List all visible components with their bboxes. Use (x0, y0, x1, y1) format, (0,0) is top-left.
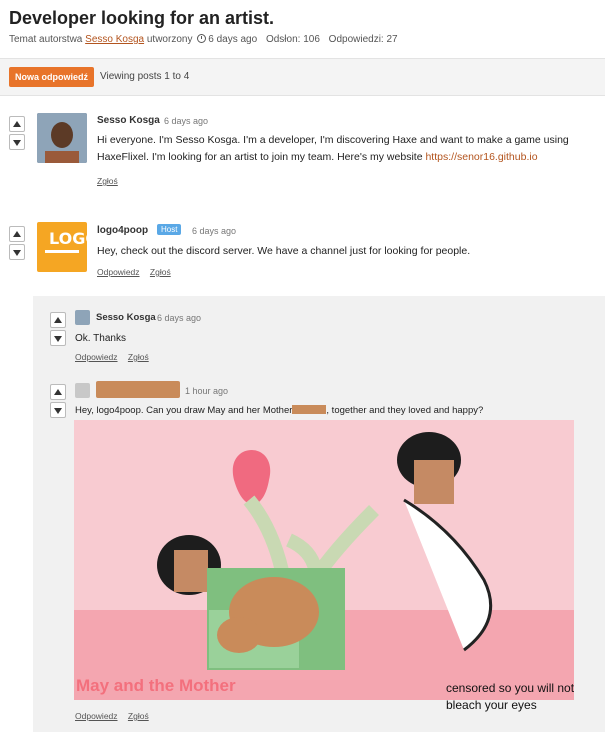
post-actions: Zgłoś (97, 176, 126, 186)
vote-controls (50, 312, 66, 348)
vote-controls (9, 116, 25, 152)
new-reply-button[interactable]: Nowa odpowiedź (9, 67, 94, 87)
website-link[interactable]: https://senor16.github.io (425, 151, 537, 163)
logo-avatar[interactable]: LOGO (37, 222, 87, 272)
views-count: Odsłon: 106 (265, 34, 320, 45)
image-title: May and the Mother (76, 676, 236, 695)
reply-image (74, 420, 574, 700)
upvote-icon[interactable] (50, 312, 66, 328)
meta-created: utworzony (146, 34, 193, 45)
report-link[interactable]: Zgłoś (128, 352, 149, 362)
post-text: Hey, check out the discord server. We ha… (97, 245, 471, 257)
replies-count: Odpowiedzi: 27 (328, 34, 398, 45)
topic-toolbar: Nowa odpowiedź Viewing posts 1 to 4 (0, 58, 605, 96)
downvote-icon[interactable] (9, 134, 25, 150)
vote-controls (9, 226, 25, 262)
vote-controls (50, 384, 66, 420)
clock-icon (197, 34, 207, 43)
reply-actions: Odpowiedz Zgłoś (75, 352, 157, 362)
upvote-icon[interactable] (50, 384, 66, 400)
report-link[interactable]: Zgłoś (150, 267, 171, 277)
reply-text: Hey, logo4poop. Can you draw May and her… (75, 405, 484, 416)
upvote-icon[interactable] (9, 116, 25, 132)
logo-letters: LOGO (49, 229, 87, 248)
reply-link[interactable]: Odpowiedz (75, 711, 118, 721)
post-body: Hi everyone. I'm Sesso Kosga. I'm a deve… (97, 132, 592, 166)
topic-title: Developer looking for an artist. (9, 8, 275, 28)
image-caption: censored so you will not bleach your eye… (446, 681, 575, 712)
post-time: 6 days ago (192, 226, 237, 236)
reply-text: Ok. Thanks (75, 333, 126, 344)
post-actions: Odpowiedz Zgłoś (97, 267, 179, 277)
avatar[interactable] (37, 113, 87, 163)
report-link[interactable]: Zgłoś (128, 711, 149, 721)
reply-actions: Odpowiedz Zgłoś (75, 711, 157, 721)
reply-time: 1 hour ago (185, 386, 229, 396)
post-author[interactable]: Sesso Kosga (97, 115, 160, 126)
censored-author-image (96, 381, 180, 398)
inline-censor-image (292, 405, 327, 414)
topic-author-link[interactable]: Sesso Kosga (85, 34, 144, 45)
post-author[interactable]: logo4poop (97, 225, 148, 236)
avatar[interactable] (75, 310, 90, 325)
meta-age: 6 days ago (208, 34, 258, 45)
report-link[interactable]: Zgłoś (97, 176, 118, 186)
reply-author[interactable]: Sesso Kosga (96, 312, 156, 323)
downvote-icon[interactable] (50, 330, 66, 346)
meta-prefix: Temat autorstwa (9, 34, 83, 45)
post-time: 6 days ago (164, 116, 209, 126)
reply-link[interactable]: Odpowiedz (97, 267, 140, 277)
logo-icon: LOGO (37, 222, 87, 272)
upvote-icon[interactable] (9, 226, 25, 242)
artwork-illustration (74, 432, 574, 700)
reply-time: 6 days ago (157, 313, 202, 323)
avatar[interactable] (75, 383, 90, 398)
viewing-posts-text: Viewing posts 1 to 4 (100, 71, 190, 82)
avatar-photo-icon (37, 113, 87, 163)
downvote-icon[interactable] (50, 402, 66, 418)
reply-link[interactable]: Odpowiedz (75, 352, 118, 362)
downvote-icon[interactable] (9, 244, 25, 260)
topic-meta: Temat autorstwa Sesso Kosga utworzony 6 … (9, 34, 398, 45)
host-badge: Host (157, 224, 182, 235)
